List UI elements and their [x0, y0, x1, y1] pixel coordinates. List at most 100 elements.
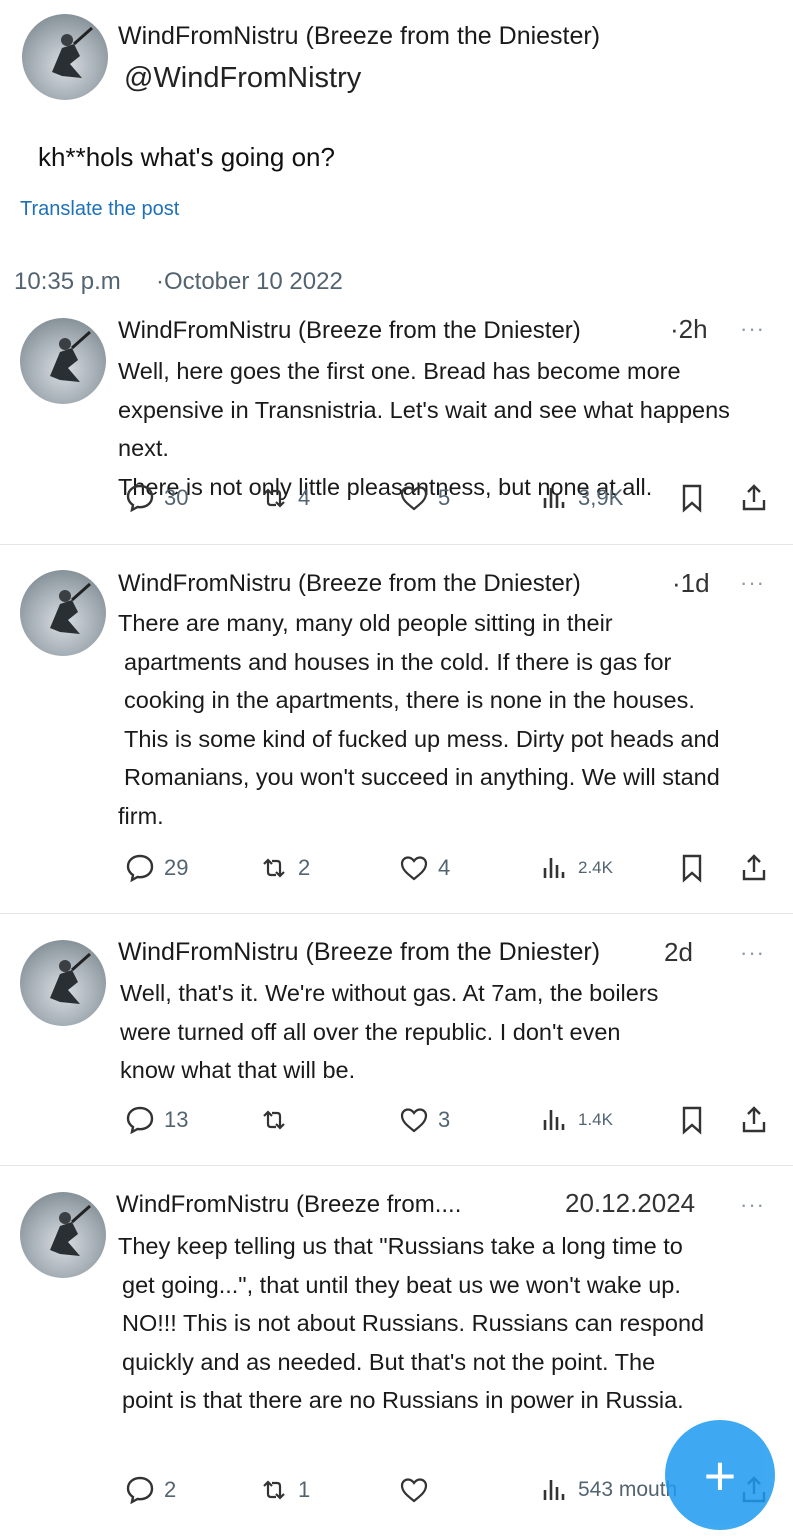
views-button[interactable]: 3,9K [538, 482, 623, 514]
heart-icon [400, 856, 428, 881]
reply-author-name[interactable]: WindFromNistru (Breeze from.... [116, 1191, 461, 1219]
share-button[interactable] [738, 852, 770, 884]
avatar[interactable] [20, 1192, 106, 1278]
reply-count: 13 [164, 1107, 189, 1132]
reply-button[interactable]: 13 [124, 1104, 188, 1136]
share-icon [742, 1106, 766, 1133]
reply-text-line: quickly and as needed. But that's not th… [122, 1348, 656, 1375]
reply-time: ·2h [670, 314, 708, 344]
views-count: 3,9K [578, 485, 624, 510]
comment-icon [126, 854, 154, 883]
reply-count: 2 [164, 1477, 177, 1502]
like-count: 3 [438, 1107, 451, 1132]
reply-text-line: Well, here goes the first one. Bread has… [118, 358, 681, 384]
reply-text-line: apartments and houses in the cold. If th… [124, 648, 672, 675]
like-button[interactable]: 4 [398, 852, 450, 884]
share-icon [742, 484, 766, 511]
comment-icon [126, 1476, 154, 1505]
heart-icon [400, 486, 428, 511]
reply-count: 29 [164, 855, 189, 880]
heart-icon [400, 1478, 428, 1503]
repost-icon [263, 488, 285, 508]
comment-icon [126, 1106, 154, 1135]
reply-text-line: firm. [118, 802, 164, 829]
reply-text: They keep telling us that "Russians take… [118, 1227, 778, 1420]
reply-button[interactable]: 29 [124, 852, 188, 884]
bookmark-icon [682, 484, 702, 513]
reply-count: 30 [164, 485, 189, 510]
reply-text-line: They keep telling us that "Russians take… [118, 1233, 683, 1259]
reply-author-name[interactable]: WindFromNistru (Breeze from the Dniester… [118, 570, 581, 598]
views-button[interactable]: 543 mouth [538, 1474, 677, 1506]
bookmark-button[interactable] [676, 852, 708, 884]
translate-link[interactable]: Translate the post [20, 198, 179, 221]
reply-text-line: know what that will be. [120, 1057, 356, 1083]
more-options-icon[interactable]: ··· [740, 1192, 765, 1218]
views-icon [543, 488, 565, 508]
repost-button[interactable]: 1 [258, 1474, 310, 1506]
reply-author-name[interactable]: WindFromNistru (Breeze from the Dniester… [118, 317, 581, 345]
views-button[interactable]: 1.4K [538, 1104, 613, 1136]
share-button[interactable] [738, 1104, 770, 1136]
repost-icon [263, 1480, 285, 1500]
reply-text-line: expensive in Transnistria. Let's wait an… [118, 396, 730, 462]
views-count: 2.4K [578, 858, 613, 877]
share-button[interactable] [738, 482, 770, 514]
share-icon [742, 854, 766, 881]
like-button[interactable] [398, 1474, 438, 1506]
reply-button[interactable]: 2 [124, 1474, 176, 1506]
reply-text-line: There are many, many old people sitting … [118, 610, 613, 636]
reply-text-line: cooking in the apartments, there is none… [124, 687, 695, 713]
repost-icon [263, 858, 285, 878]
avatar[interactable] [20, 570, 106, 656]
views-button[interactable]: 2.4K [538, 852, 613, 884]
comment-icon [126, 484, 154, 513]
reply-text-line: NO!!! This is not about Russians. Russia… [122, 1310, 705, 1336]
compose-button[interactable]: + [665, 1420, 775, 1530]
heart-icon [400, 1108, 428, 1133]
repost-button[interactable]: 4 [258, 482, 310, 514]
divider [0, 1165, 793, 1166]
views-icon [543, 1480, 565, 1500]
reply-text-line: Romanians, you won't succeed in anything… [124, 764, 720, 790]
repost-count: 1 [298, 1477, 311, 1502]
post-time: 10:35 p.m [14, 268, 121, 295]
reply-text-line: point is that there are no Russians in p… [122, 1387, 684, 1413]
reply-text-line: were turned off all over the republic. I… [120, 1018, 621, 1045]
reply-text: Well, that's it. We're without gas. At 7… [120, 974, 780, 1090]
bookmark-icon [682, 1106, 702, 1135]
reply-button[interactable]: 30 [124, 482, 188, 514]
more-options-icon[interactable]: ··· [740, 940, 765, 966]
avatar[interactable] [20, 318, 106, 404]
reply-author-name[interactable]: WindFromNistru (Breeze from the Dniester… [118, 938, 600, 967]
avatar[interactable] [22, 14, 108, 100]
repost-count: 2 [298, 855, 311, 880]
post-date: ·October 10 2022 [156, 268, 343, 295]
bookmark-button[interactable] [676, 482, 708, 514]
divider [0, 544, 793, 545]
like-count: 5 [438, 485, 451, 510]
bookmark-button[interactable] [676, 1104, 708, 1136]
repost-button[interactable]: 2 [258, 852, 310, 884]
like-count: 4 [438, 855, 451, 880]
post-text: kh**hols what's going on? [38, 142, 335, 172]
repost-icon [263, 1110, 285, 1130]
reply-text-line: get going...", that until they beat us w… [122, 1271, 681, 1298]
repost-button[interactable] [258, 1104, 298, 1136]
divider [0, 913, 793, 914]
author-name[interactable]: WindFromNistru (Breeze from the Dniester… [118, 22, 600, 51]
reply-text-line: Well, that's it. We're without gas. At 7… [120, 980, 659, 1006]
views-icon [543, 1110, 565, 1130]
author-handle[interactable]: @WindFromNistry [124, 62, 361, 95]
reply-time: 20.12.2024 [565, 1188, 696, 1218]
more-options-icon[interactable]: ··· [740, 316, 765, 342]
bookmark-icon [682, 854, 702, 883]
repost-count: 4 [298, 485, 311, 510]
avatar[interactable] [20, 940, 106, 1026]
reply-time: ·1d [672, 568, 710, 598]
plus-icon: + [703, 1443, 737, 1507]
more-options-icon[interactable]: ··· [740, 570, 765, 596]
like-button[interactable]: 5 [398, 482, 450, 514]
like-button[interactable]: 3 [398, 1104, 450, 1136]
views-count: 543 mouth [578, 1478, 678, 1501]
